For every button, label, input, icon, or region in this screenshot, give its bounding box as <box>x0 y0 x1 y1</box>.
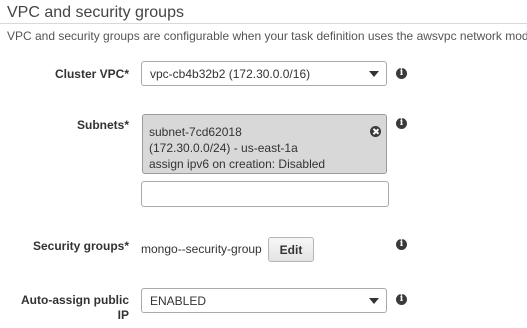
vpc-security-groups-section: VPC and security groups VPC and security… <box>0 0 527 328</box>
info-icon[interactable]: i <box>396 239 407 250</box>
cluster-vpc-value: vpc-cb4b32b2 (172.30.0.0/16) <box>150 67 311 81</box>
subnets-label: Subnets* <box>76 118 129 132</box>
auto-assign-label-line2: IP <box>117 308 129 322</box>
close-circle-icon[interactable] <box>370 126 381 137</box>
auto-assign-public-ip-label: Auto-assign public IP <box>21 293 129 323</box>
cluster-vpc-select[interactable]: vpc-cb4b32b2 (172.30.0.0/16) <box>141 61 387 86</box>
caret-down-icon <box>369 71 379 77</box>
info-icon[interactable]: i <box>396 294 407 305</box>
security-groups-label: Security groups* <box>32 239 129 253</box>
info-icon[interactable]: i <box>396 68 407 79</box>
cluster-vpc-label: Cluster VPC* <box>54 67 129 81</box>
section-divider <box>0 23 527 24</box>
subnets-add-input[interactable] <box>141 181 389 207</box>
auto-assign-label-line1: Auto-assign public <box>21 293 129 307</box>
auto-assign-public-ip-select[interactable]: ENABLED <box>141 288 387 313</box>
subnet-chip: subnet-7cd62018 (172.30.0.0/24) - us-eas… <box>142 114 387 174</box>
subnet-cidr-zone: (172.30.0.0/24) - us-east-1a <box>149 141 298 155</box>
subnet-id: subnet-7cd62018 <box>149 125 242 139</box>
section-title: VPC and security groups <box>7 4 184 21</box>
auto-assign-public-ip-value: ENABLED <box>150 294 207 308</box>
security-group-name: mongo--security-group <box>141 242 262 256</box>
info-icon[interactable]: i <box>396 118 407 129</box>
subnet-ipv6-setting: assign ipv6 on creation: Disabled <box>149 157 326 171</box>
caret-down-icon <box>369 298 379 304</box>
section-description: VPC and security groups are configurable… <box>7 29 527 43</box>
edit-security-groups-button[interactable]: Edit <box>268 237 314 262</box>
